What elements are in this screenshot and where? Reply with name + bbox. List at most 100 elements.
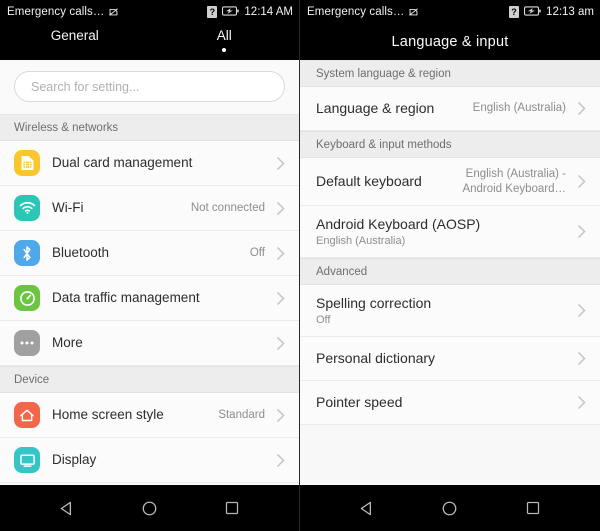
chevron-right-icon xyxy=(273,291,287,306)
home-icon xyxy=(14,402,40,428)
question-badge-icon: ? xyxy=(207,5,218,18)
chevron-right-icon xyxy=(574,351,588,366)
ellipsis-icon xyxy=(14,330,40,356)
row-label: Personal dictionary xyxy=(316,349,436,366)
row-label: Bluetooth xyxy=(52,244,110,260)
row-more[interactable]: More xyxy=(0,321,299,366)
row-value: Standard xyxy=(218,408,265,421)
left-clock: 12:14 AM xyxy=(244,5,293,18)
row-android-keyboard-aosp[interactable]: Android Keyboard (AOSP) English (Austral… xyxy=(300,206,600,258)
row-labels: Dual card management xyxy=(52,155,257,172)
left-status-left: Emergency calls… xyxy=(7,6,119,18)
right-carrier-label: Emergency calls… xyxy=(307,5,405,18)
row-label: Dual card management xyxy=(52,154,193,170)
row-value: Off xyxy=(249,246,265,259)
section-header-keyboard-input: Keyboard & input methods xyxy=(300,131,600,158)
chevron-right-icon xyxy=(273,408,287,423)
row-labels: Spelling correction Off xyxy=(316,295,566,327)
left-status-bar: Emergency calls… ? 12:14 AM xyxy=(0,0,299,23)
row-label: Spelling correction xyxy=(316,294,432,311)
row-labels: Pointer speed xyxy=(316,394,566,412)
tab-all-label: All xyxy=(216,28,232,43)
row-default-keyboard[interactable]: Default keyboard English (Australia) - A… xyxy=(300,158,600,206)
row-sublabel: English (Australia) xyxy=(316,235,406,248)
page-title: Language & input xyxy=(391,33,509,50)
dual-screenshot-container: Emergency calls… ? 12:14 AM General All … xyxy=(0,0,600,531)
row-pointer-speed[interactable]: Pointer speed xyxy=(300,381,600,425)
row-label: Pointer speed xyxy=(316,393,403,410)
row-label: Default keyboard xyxy=(316,172,422,189)
row-data-traffic-management[interactable]: Data traffic management xyxy=(0,276,299,321)
search-box[interactable] xyxy=(14,71,285,102)
row-labels: Home screen style xyxy=(52,407,210,424)
row-labels: Android Keyboard (AOSP) English (Austral… xyxy=(316,216,566,248)
chevron-right-icon xyxy=(273,246,287,261)
tab-general-label: General xyxy=(50,28,99,43)
chevron-right-icon xyxy=(273,336,287,351)
section-header-system-language: System language & region xyxy=(300,60,600,87)
tab-all-indicator xyxy=(222,48,227,52)
chevron-right-icon xyxy=(574,303,588,318)
chevron-right-icon xyxy=(273,156,287,171)
section-header-device: Device xyxy=(0,366,299,393)
recents-button[interactable] xyxy=(212,488,252,528)
right-phone-screen: Emergency calls… ? 12:13 am Language & i… xyxy=(300,0,600,531)
wifi-icon xyxy=(14,195,40,221)
language-input-titlebar: Language & input xyxy=(300,23,600,60)
row-value: Not connected xyxy=(190,201,265,214)
row-language-and-region[interactable]: Language & region English (Australia) xyxy=(300,87,600,131)
section-header-wireless: Wireless & networks xyxy=(0,114,299,141)
left-status-right: ? 12:14 AM xyxy=(207,3,293,21)
right-clock: 12:13 am xyxy=(546,5,594,18)
left-navigation-bar xyxy=(0,485,299,531)
row-labels: Personal dictionary xyxy=(316,350,566,368)
row-bluetooth[interactable]: Bluetooth Off xyxy=(0,231,299,276)
row-spelling-correction[interactable]: Spelling correction Off xyxy=(300,285,600,337)
row-wifi[interactable]: Wi-Fi Not connected xyxy=(0,186,299,231)
tab-all[interactable]: All xyxy=(164,28,284,52)
chevron-right-icon xyxy=(574,101,588,116)
row-label: Wi-Fi xyxy=(52,199,84,215)
speedometer-icon xyxy=(14,285,40,311)
back-button[interactable] xyxy=(347,488,387,528)
row-label: Data traffic management xyxy=(52,289,200,305)
home-button[interactable] xyxy=(430,488,470,528)
no-sim-icon xyxy=(408,6,419,17)
row-labels: More xyxy=(52,335,257,352)
language-input-list: System language & region Language & regi… xyxy=(300,60,600,485)
row-display[interactable]: Display xyxy=(0,438,299,483)
row-labels: Display xyxy=(52,452,257,469)
chevron-right-icon xyxy=(273,453,287,468)
row-dual-card-management[interactable]: Dual card management xyxy=(0,141,299,186)
chevron-right-icon xyxy=(273,201,287,216)
row-labels: Bluetooth xyxy=(52,245,242,262)
row-personal-dictionary[interactable]: Personal dictionary xyxy=(300,337,600,381)
bluetooth-icon xyxy=(14,240,40,266)
left-phone-screen: Emergency calls… ? 12:14 AM General All … xyxy=(0,0,300,531)
row-label: Android Keyboard (AOSP) xyxy=(316,215,481,232)
tab-general[interactable]: General xyxy=(15,28,135,52)
row-label: Home screen style xyxy=(52,406,164,422)
row-label: More xyxy=(52,334,83,350)
row-label: Display xyxy=(52,451,97,467)
back-button[interactable] xyxy=(47,488,87,528)
battery-icon xyxy=(222,3,240,21)
right-status-right: ? 12:13 am xyxy=(509,3,594,21)
left-carrier-label: Emergency calls… xyxy=(7,5,105,18)
sim-card-icon xyxy=(14,150,40,176)
home-button[interactable] xyxy=(129,488,169,528)
row-value: English (Australia) - Android Keyboard… xyxy=(462,168,566,195)
chevron-right-icon xyxy=(574,395,588,410)
tab-general-indicator xyxy=(73,48,77,52)
section-header-advanced: Advanced xyxy=(300,258,600,285)
row-home-screen-style[interactable]: Home screen style Standard xyxy=(0,393,299,438)
row-value: English (Australia) xyxy=(472,102,566,115)
recents-button[interactable] xyxy=(513,488,553,528)
row-sublabel: Off xyxy=(316,314,331,327)
right-status-bar: Emergency calls… ? 12:13 am xyxy=(300,0,600,23)
search-area xyxy=(0,60,299,114)
chevron-right-icon xyxy=(574,174,588,189)
right-status-left: Emergency calls… xyxy=(307,6,419,18)
search-input[interactable] xyxy=(31,79,268,94)
left-settings-list: Wireless & networks xyxy=(0,60,299,485)
